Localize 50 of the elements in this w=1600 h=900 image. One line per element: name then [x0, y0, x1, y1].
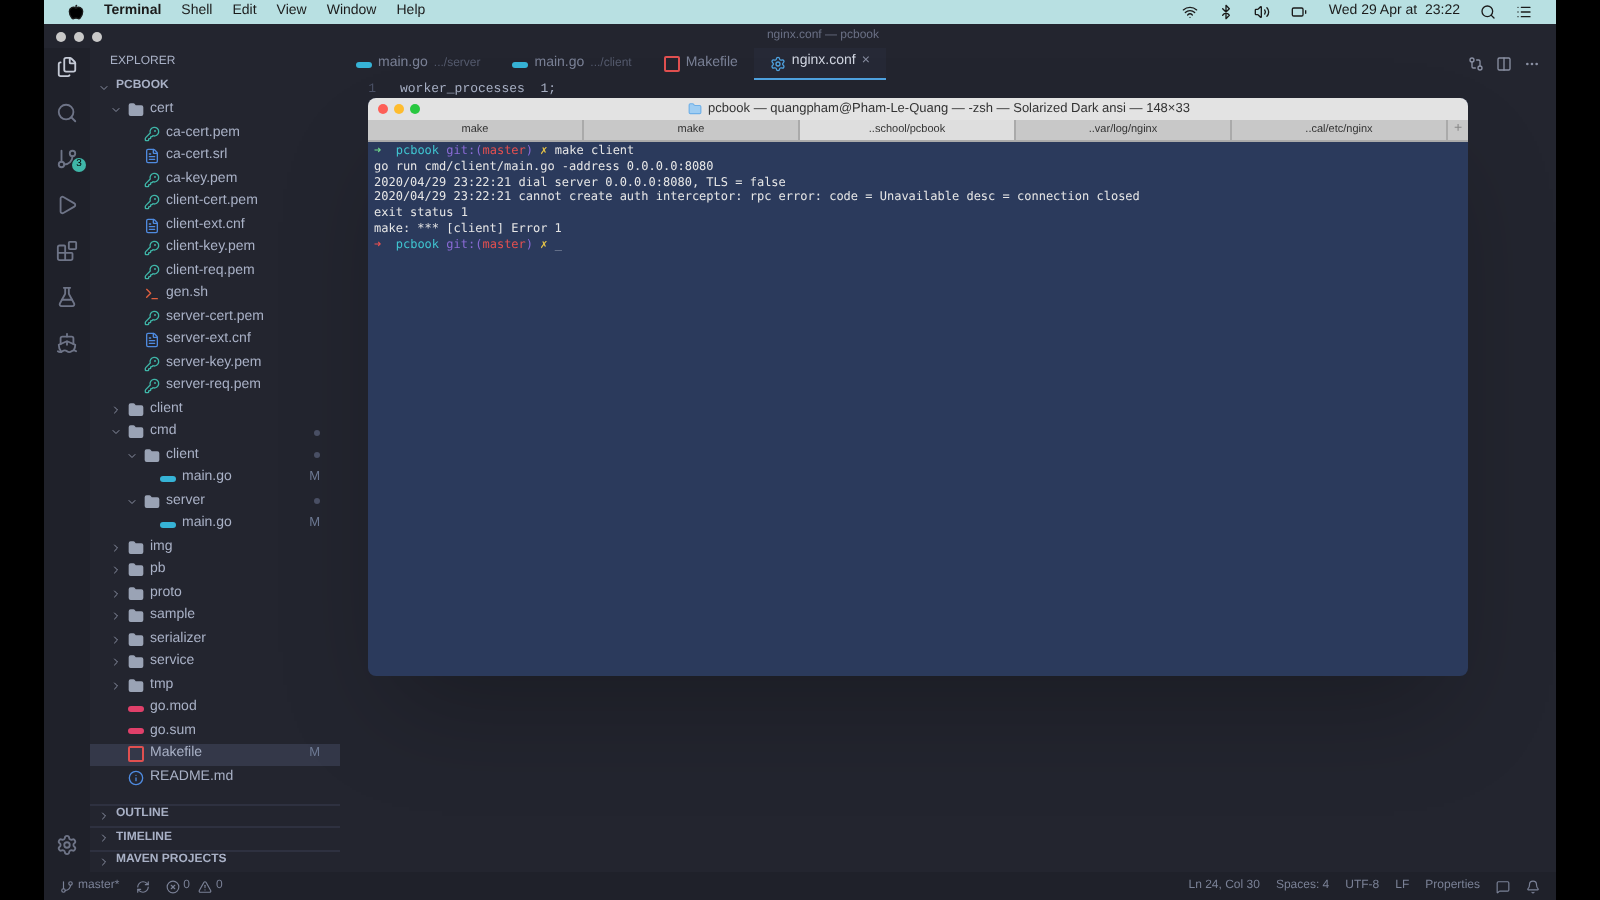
key-icon	[144, 263, 160, 280]
branch-icon[interactable]	[60, 879, 74, 893]
key-icon	[144, 171, 160, 188]
list-icon[interactable]	[1516, 4, 1532, 20]
key-icon	[144, 194, 160, 211]
folder-icon	[128, 401, 144, 418]
extensions-icon[interactable]	[56, 240, 78, 262]
info-icon	[128, 769, 144, 786]
folder-icon	[128, 677, 144, 694]
ship-icon[interactable]	[56, 332, 78, 354]
split-editor-icon[interactable]	[1496, 56, 1512, 72]
folder-icon	[128, 539, 144, 556]
compare-icon[interactable]	[1468, 56, 1484, 72]
folder-icon	[128, 608, 144, 625]
flask-icon[interactable]	[56, 286, 78, 308]
document-icon	[144, 217, 160, 234]
document-icon	[144, 148, 160, 165]
wifi-icon[interactable]	[1182, 4, 1199, 20]
folder-icon	[128, 631, 144, 648]
feedback-icon[interactable]	[1496, 879, 1510, 893]
gear-icon	[769, 55, 786, 71]
folder-icon	[144, 493, 160, 510]
warning-icon	[198, 879, 213, 893]
volume-icon[interactable]	[1254, 4, 1271, 20]
terminal-icon	[144, 286, 160, 303]
files-icon[interactable]	[56, 56, 78, 78]
folder-icon	[128, 102, 144, 119]
folder-icon	[144, 447, 160, 464]
bell-icon[interactable]	[1526, 879, 1540, 893]
search-icon[interactable]	[1480, 4, 1496, 20]
source-control-icon[interactable]	[56, 148, 78, 170]
key-icon	[144, 378, 160, 395]
key-icon	[144, 125, 160, 142]
chevron-icon	[98, 81, 110, 94]
folder-icon	[128, 424, 144, 441]
key-icon	[144, 355, 160, 372]
key-icon	[144, 240, 160, 257]
apple-icon[interactable]	[68, 4, 84, 20]
settings-icon[interactable]	[56, 834, 78, 856]
sync-icon[interactable]	[135, 879, 150, 893]
folder-icon	[128, 562, 144, 579]
battery-icon[interactable]	[1290, 4, 1309, 20]
run-icon[interactable]	[56, 194, 78, 216]
folder-icon	[128, 654, 144, 671]
document-icon	[144, 332, 160, 349]
folder-icon	[128, 585, 144, 602]
error-icon	[165, 879, 180, 893]
folder-icon	[688, 102, 703, 116]
key-icon	[144, 309, 160, 326]
bluetooth-icon[interactable]	[1218, 4, 1235, 20]
